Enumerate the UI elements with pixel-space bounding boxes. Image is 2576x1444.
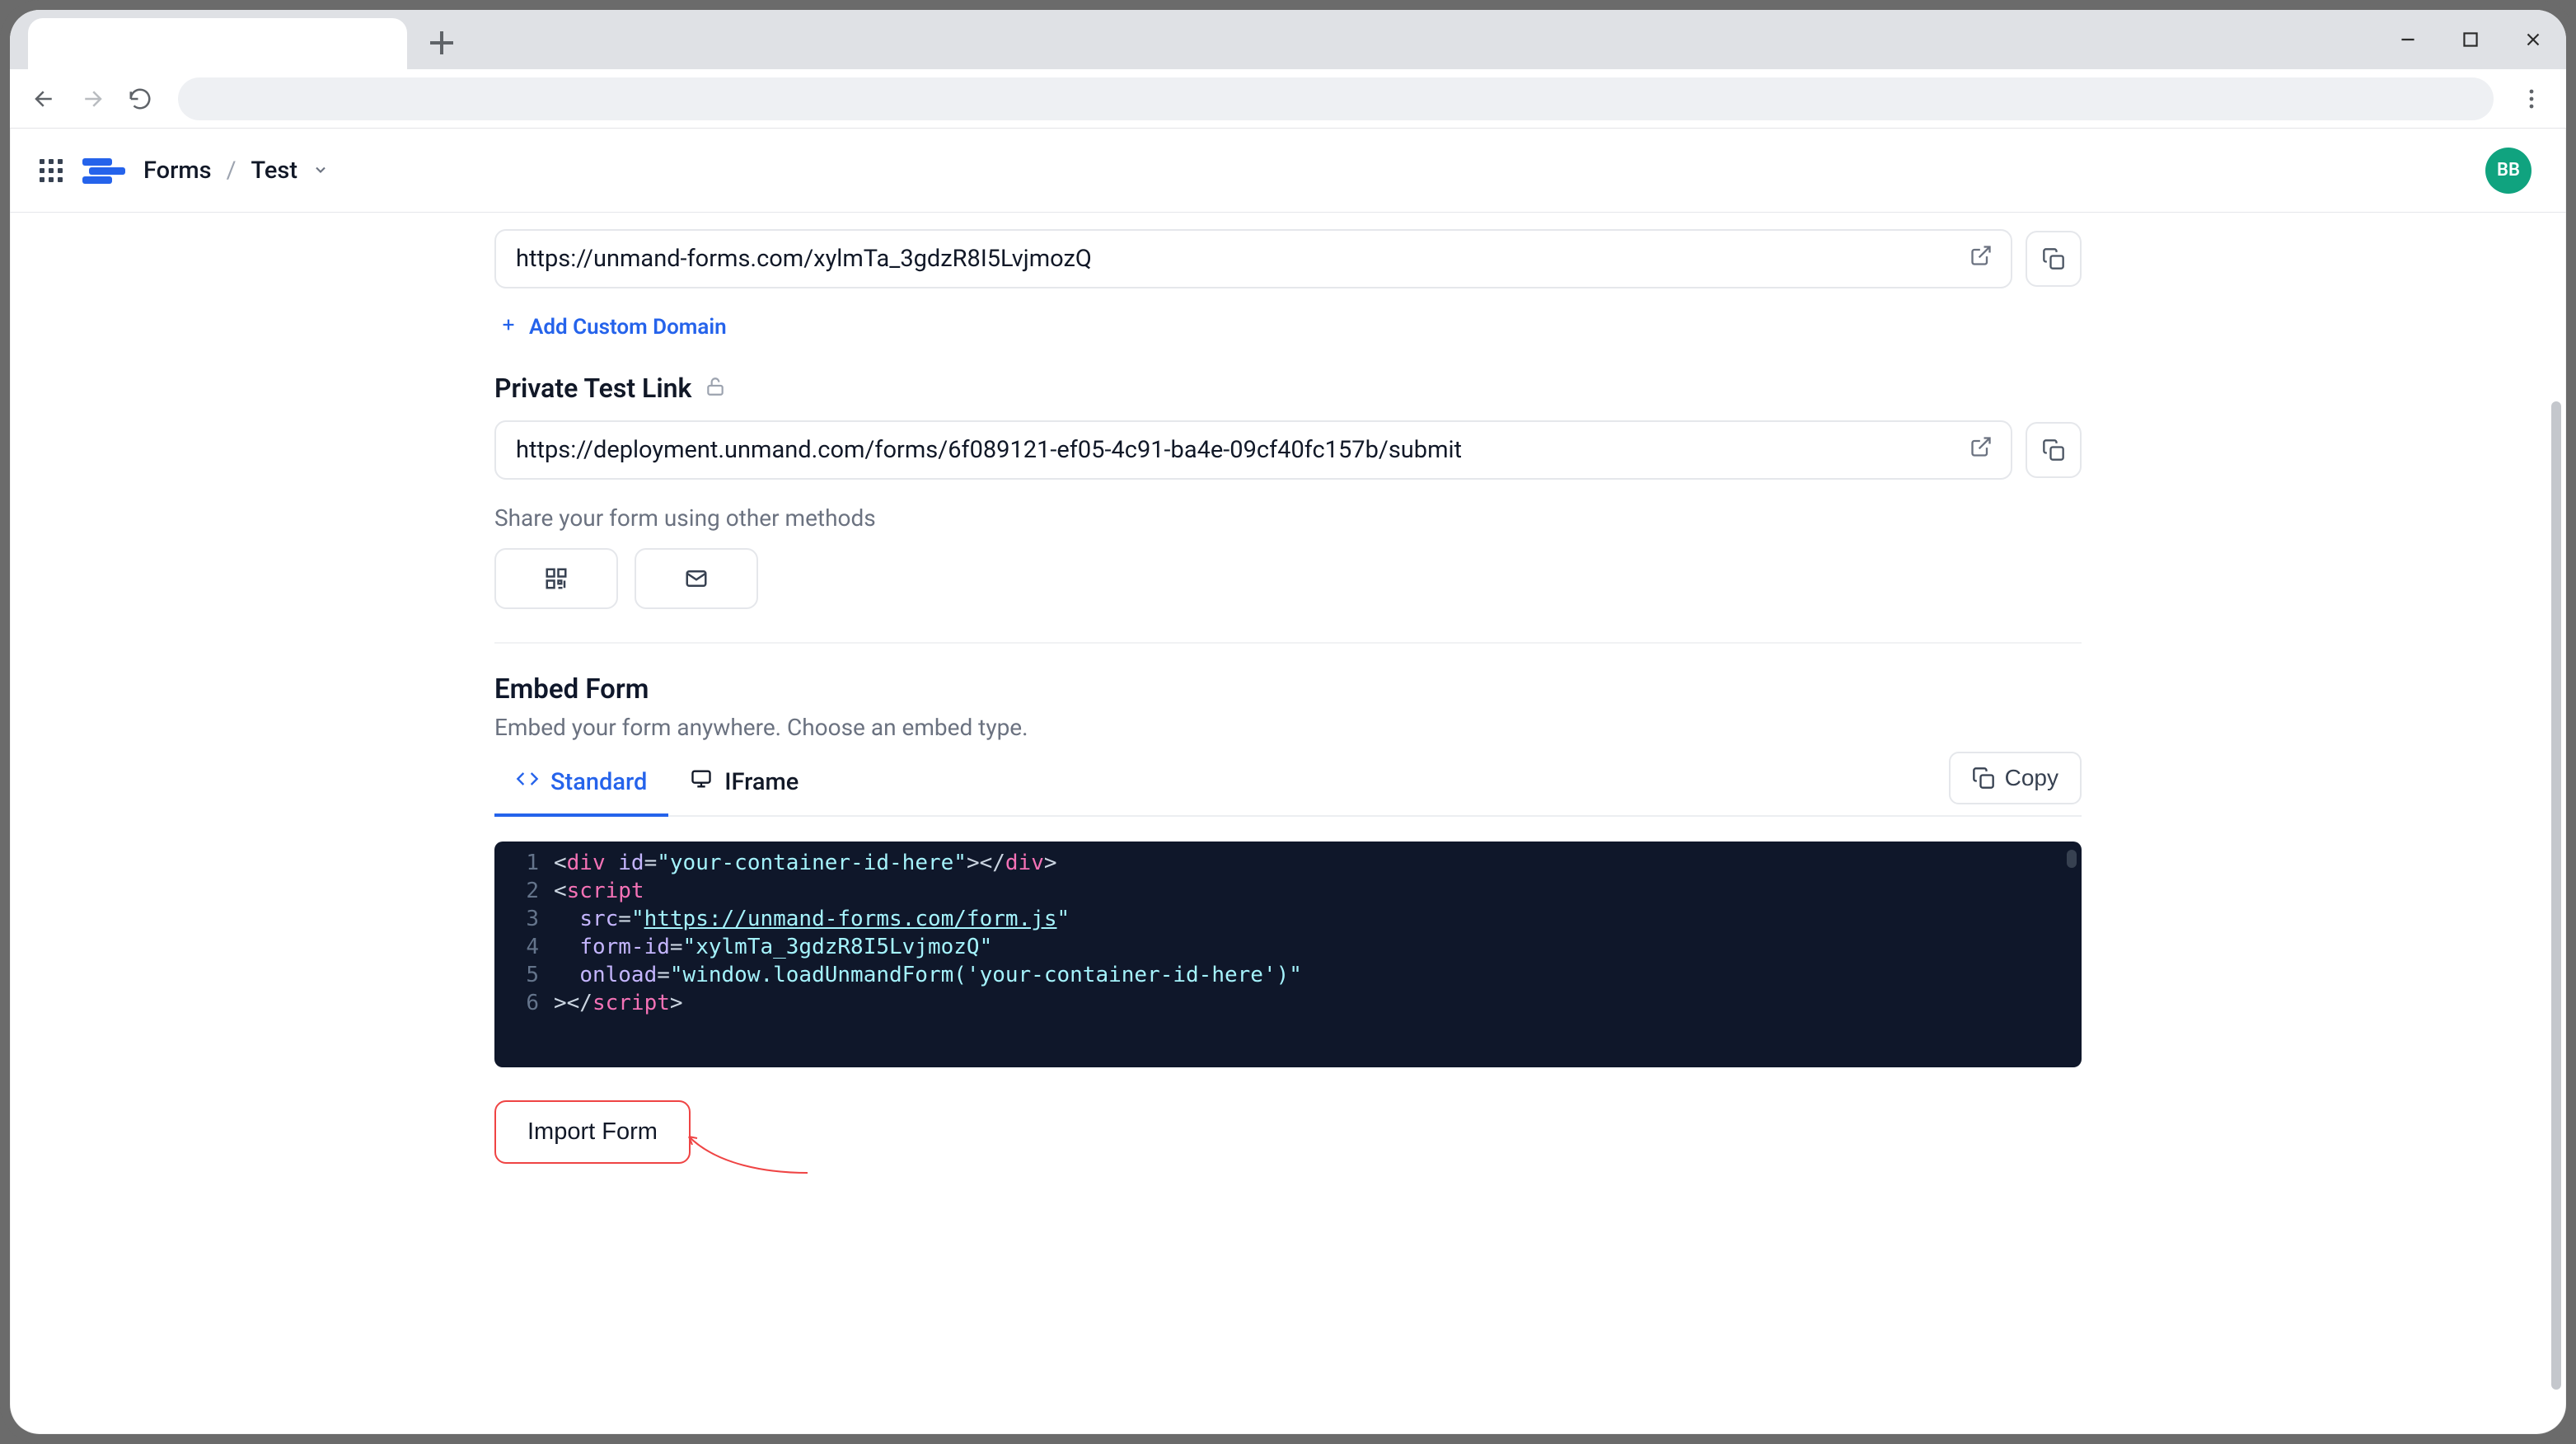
app-logo[interactable] bbox=[82, 149, 125, 192]
monitor-icon bbox=[690, 767, 713, 797]
window-maximize-button[interactable] bbox=[2454, 23, 2487, 56]
external-link-icon[interactable] bbox=[1969, 244, 1993, 274]
add-custom-domain-button[interactable]: Add Custom Domain bbox=[494, 295, 2082, 373]
embed-section-subtitle: Embed your form anywhere. Choose an embe… bbox=[494, 714, 2082, 741]
browser-tab[interactable] bbox=[28, 18, 407, 69]
divider bbox=[494, 642, 2082, 644]
nav-forward-button[interactable] bbox=[74, 81, 110, 117]
breadcrumb-separator: / bbox=[227, 157, 237, 185]
import-form-button[interactable]: Import Form bbox=[494, 1100, 691, 1164]
external-link-icon[interactable] bbox=[1969, 435, 1993, 465]
page-content-wrapper: https://unmand-forms.com/xylmTa_3gdzR8I5… bbox=[10, 213, 2566, 1434]
nav-back-button[interactable] bbox=[26, 81, 63, 117]
breadcrumb: Forms / Test bbox=[143, 157, 329, 185]
browser-toolbar bbox=[10, 69, 2566, 129]
device-frame: Forms / Test BB https://unmand-forms.com… bbox=[0, 0, 2576, 1444]
copy-private-link-button[interactable] bbox=[2026, 422, 2082, 478]
tab-iframe-label: IFrame bbox=[724, 768, 799, 796]
browser-menu-button[interactable] bbox=[2513, 81, 2550, 117]
code-icon bbox=[516, 767, 539, 797]
copy-embed-label: Copy bbox=[2005, 765, 2058, 791]
chevron-down-icon[interactable] bbox=[312, 157, 329, 185]
lock-open-icon bbox=[705, 373, 726, 404]
private-link-title: Private Test Link bbox=[494, 373, 2082, 404]
public-link-value: https://unmand-forms.com/xylmTa_3gdzR8I5… bbox=[516, 245, 1092, 273]
public-link-input[interactable]: https://unmand-forms.com/xylmTa_3gdzR8I5… bbox=[494, 229, 2012, 288]
code-lines: <div id="your-container-id-here"></div> … bbox=[554, 850, 2082, 1018]
nav-reload-button[interactable] bbox=[122, 81, 158, 117]
code-scrollbar[interactable] bbox=[2067, 850, 2077, 868]
app-header: Forms / Test BB bbox=[10, 129, 2566, 213]
private-link-input[interactable]: https://deployment.unmand.com/forms/6f08… bbox=[494, 420, 2012, 480]
tab-standard-label: Standard bbox=[550, 768, 647, 796]
app-switcher-icon[interactable] bbox=[38, 157, 64, 184]
share-hint-text: Share your form using other methods bbox=[494, 504, 2082, 532]
new-tab-button[interactable] bbox=[422, 23, 461, 63]
browser-window: Forms / Test BB https://unmand-forms.com… bbox=[10, 10, 2566, 1434]
window-close-button[interactable] bbox=[2517, 23, 2550, 56]
address-bar[interactable] bbox=[178, 77, 2494, 120]
import-form-label: Import Form bbox=[527, 1118, 658, 1146]
breadcrumb-root[interactable]: Forms bbox=[143, 157, 212, 185]
page-scrollbar[interactable] bbox=[2551, 221, 2563, 1426]
avatar[interactable]: BB bbox=[2485, 148, 2532, 194]
copy-public-link-button[interactable] bbox=[2026, 231, 2082, 287]
private-link-title-text: Private Test Link bbox=[494, 373, 691, 404]
share-email-button[interactable] bbox=[635, 548, 758, 609]
code-gutter: 123456 bbox=[494, 850, 554, 1018]
window-minimize-button[interactable] bbox=[2391, 23, 2424, 56]
page-content: https://unmand-forms.com/xylmTa_3gdzR8I5… bbox=[10, 213, 2566, 1434]
embed-code-block[interactable]: 123456 <div id="your-container-id-here">… bbox=[494, 842, 2082, 1067]
private-link-row: https://deployment.unmand.com/forms/6f08… bbox=[494, 420, 2082, 480]
share-qr-button[interactable] bbox=[494, 548, 618, 609]
browser-tabbar bbox=[10, 10, 2566, 69]
share-buttons bbox=[494, 548, 2082, 609]
private-link-value: https://deployment.unmand.com/forms/6f08… bbox=[516, 436, 1462, 464]
public-link-row: https://unmand-forms.com/xylmTa_3gdzR8I5… bbox=[494, 229, 2082, 288]
embed-section-title: Embed Form bbox=[494, 673, 2082, 706]
embed-toolbar: Standard IFrame Co bbox=[494, 749, 2082, 817]
breadcrumb-current[interactable]: Test bbox=[251, 157, 297, 185]
add-custom-domain-label: Add Custom Domain bbox=[529, 315, 727, 340]
tab-standard[interactable]: Standard bbox=[494, 749, 668, 815]
plus-icon bbox=[499, 315, 518, 340]
tab-iframe[interactable]: IFrame bbox=[668, 749, 820, 815]
copy-embed-button[interactable]: Copy bbox=[1949, 752, 2082, 804]
